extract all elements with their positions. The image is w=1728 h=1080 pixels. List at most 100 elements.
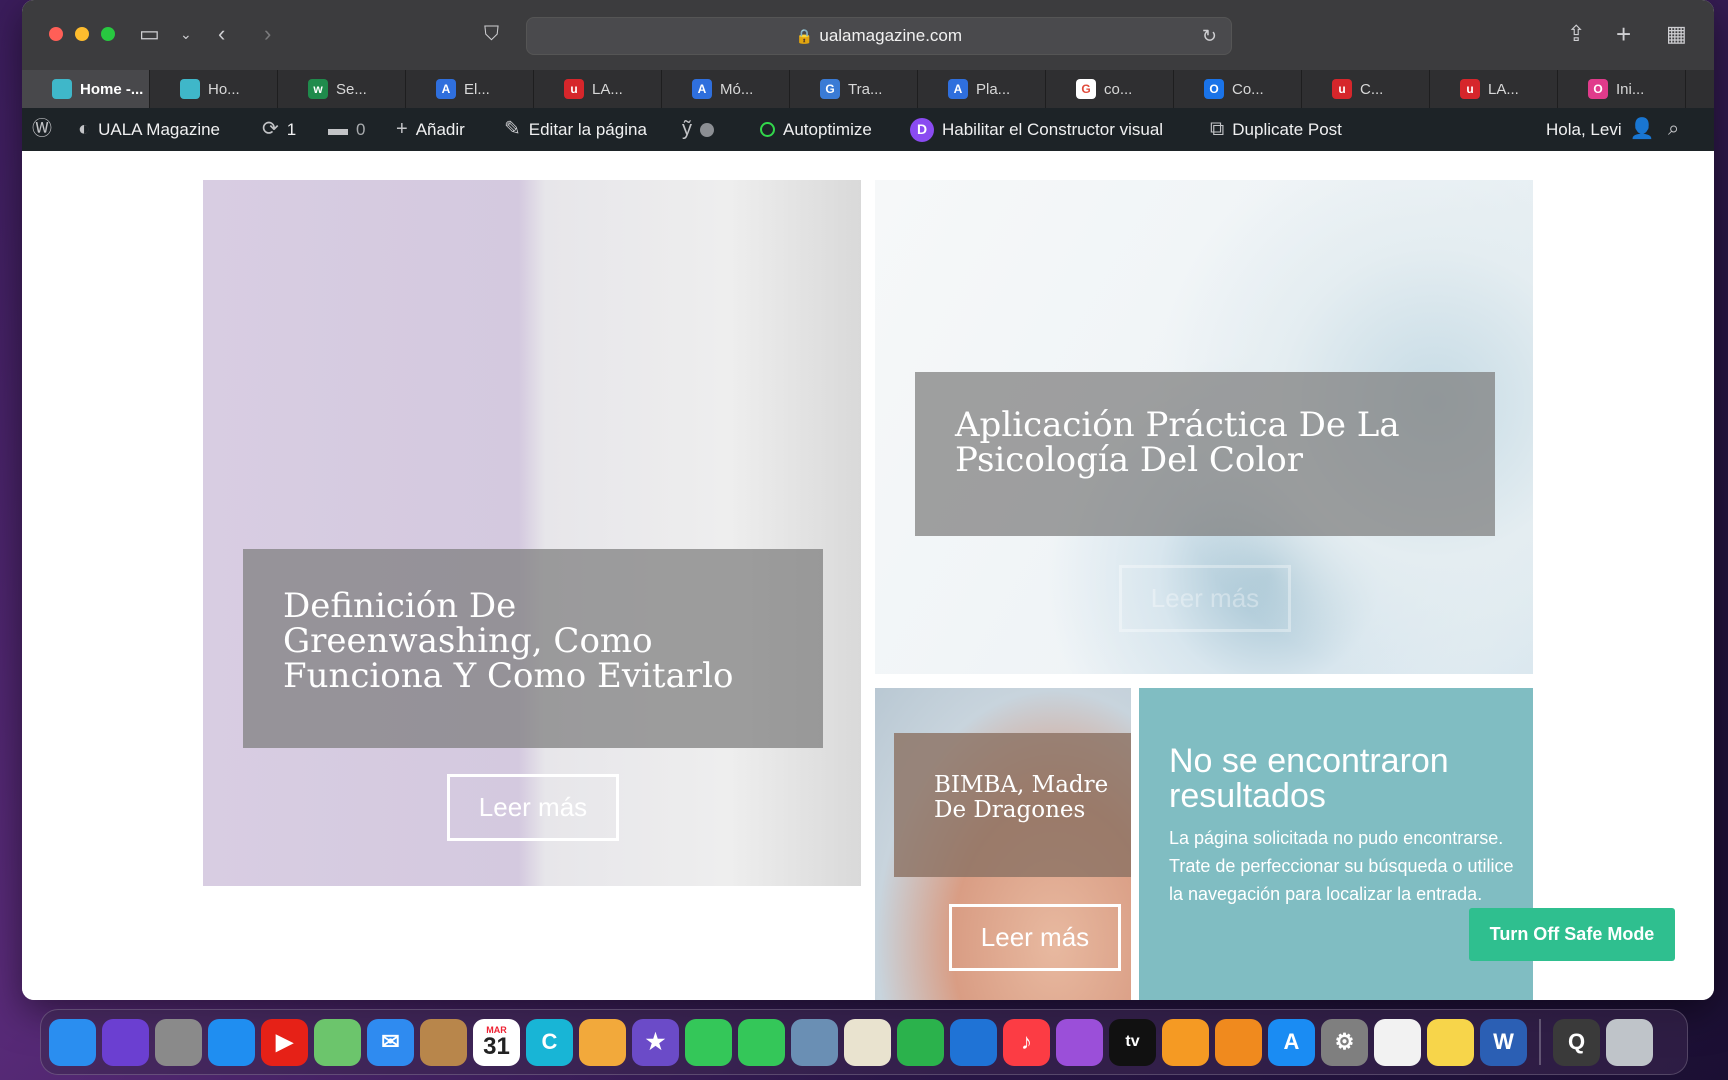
quicktime-app-icon[interactable]: Q [1553,1018,1600,1066]
system-preferences-app-icon[interactable]: ⚙ [1321,1018,1368,1066]
textedit-app-icon[interactable] [844,1018,891,1066]
numbers-app-icon[interactable] [897,1018,944,1066]
tv-app-icon[interactable]: tv [1109,1018,1156,1066]
updates-icon: ⟳ [262,118,279,140]
post-title[interactable]: Definición De Greenwashing, Como Funcion… [283,589,783,694]
back-icon[interactable]: ‹ [218,20,225,48]
duplicate-post-link[interactable]: ⧉ Duplicate Post [1210,108,1342,151]
user-avatar-icon: 👤 [1629,118,1655,140]
browser-tab[interactable]: A Mó... [662,70,790,108]
updates-link[interactable]: ⟳ 1 [262,108,296,151]
browser-tab[interactable]: u LA... [534,70,662,108]
browser-tab[interactable]: G Tra... [790,70,918,108]
page-content: Definición De Greenwashing, Como Funcion… [22,151,1714,1000]
pages-app-icon[interactable] [1162,1018,1209,1066]
browser-tab[interactable]: u C... [1302,70,1430,108]
canva-app-icon[interactable]: C [526,1018,573,1066]
edit-page-link[interactable]: ✎ Editar la página [504,108,647,151]
comments-link[interactable]: ▬ 0 [328,108,365,151]
sidebar-toggle-icon[interactable]: ▭ [139,20,160,48]
lock-icon: 🔒 [795,28,814,44]
tab-label: Co... [1232,80,1264,98]
post-card-color-psychology[interactable]: Aplicación Práctica De La Psicología Del… [875,180,1533,674]
turn-off-safe-mode-button[interactable]: Turn Off Safe Mode [1469,908,1675,961]
music-app-icon[interactable]: ♪ [1003,1018,1050,1066]
browser-tab[interactable]: w Se... [278,70,406,108]
post-card-bimba[interactable]: BIMBA, Madre De Dragones Leer más [875,688,1131,1000]
messages-app-icon[interactable] [685,1018,732,1066]
imovie-app-icon[interactable]: ★ [632,1018,679,1066]
wp-admin-bar: Ⓦ ◐ UALA Magazine ⟳ 1 ▬ 0 + Añadir ✎ Edi… [22,108,1714,151]
tab-overview-icon[interactable]: ▦ [1666,20,1687,48]
browser-tab[interactable]: Gco... [1046,70,1174,108]
zoom-window-button[interactable] [101,27,115,41]
siri-app-icon[interactable] [102,1018,149,1066]
search-icon[interactable]: ⌕ [1668,108,1679,151]
keynote-app-icon[interactable] [950,1018,997,1066]
browser-tab[interactable]: Home -... [22,70,150,108]
forward-icon[interactable]: › [264,20,271,48]
safari-app-icon[interactable] [208,1018,255,1066]
wordpress-logo-icon[interactable]: Ⓦ [32,108,52,151]
podcasts-app-icon[interactable] [1056,1018,1103,1066]
word-app-icon[interactable]: W [1480,1018,1527,1066]
browser-tab[interactable]: O Co... [1174,70,1302,108]
app-store-app-icon[interactable]: A [1268,1018,1315,1066]
browser-tab[interactable]: O Ini... [1558,70,1686,108]
visual-builder-link[interactable]: D Habilitar el Constructor visual [910,108,1163,151]
photos-app-icon[interactable] [579,1018,626,1066]
browser-tab[interactable]: Ho... [150,70,278,108]
launchpad-app-icon[interactable] [155,1018,202,1066]
read-more-button[interactable]: Leer más [1119,565,1291,632]
divi-icon: D [910,117,934,142]
tab-label: Se... [336,80,367,98]
greeting-label: Hola, Levi [1546,120,1622,139]
add-new-link[interactable]: + Añadir [396,108,465,151]
tab-label: LA... [592,80,623,98]
mail-app-icon[interactable]: ✉ [367,1018,414,1066]
trash-app-icon[interactable] [1606,1018,1653,1066]
reminders-app-icon[interactable] [1374,1018,1421,1066]
tab-label: Pla... [976,80,1011,98]
post-title[interactable]: Aplicación Práctica De La Psicología Del… [955,408,1455,478]
read-more-button[interactable]: Leer más [447,774,619,841]
browser-tab[interactable]: u LA... [1430,70,1558,108]
books-app-icon[interactable] [1215,1018,1262,1066]
calendar-app-icon[interactable]: MAR 31 [473,1018,520,1066]
comment-icon: ▬ [328,118,348,140]
chevron-down-icon[interactable]: ⌄ [180,20,192,48]
post-title[interactable]: BIMBA, Madre De Dragones [934,773,1124,823]
read-more-button[interactable]: Leer más [949,904,1121,971]
privacy-shield-icon[interactable]: ⛉ [484,20,499,48]
site-name-link[interactable]: ◐ UALA Magazine [78,108,220,151]
dock-separator [1539,1019,1541,1065]
address-bar[interactable]: 🔒 ualamagazine.com ↻ [526,17,1232,55]
post-title-box: Definición De Greenwashing, Como Funcion… [243,549,823,748]
account-menu[interactable]: Hola, Levi 👤 [1546,108,1655,151]
reload-icon[interactable]: ↻ [1202,18,1217,54]
browser-tab[interactable]: A Pla... [918,70,1046,108]
close-window-button[interactable] [49,27,63,41]
tab-bar: Home -... Ho... w Se... A El... u LA... A Mó... G T… [22,70,1714,108]
autoptimize-link[interactable]: Autoptimize [760,108,872,151]
browser-tab[interactable]: A El... [406,70,534,108]
tab-favicon-icon: O [1588,79,1608,99]
youtube-app-icon[interactable]: ▶ [261,1018,308,1066]
minimize-window-button[interactable] [75,27,89,41]
maps-app-icon[interactable] [314,1018,361,1066]
tab-label: Home -... [80,80,144,98]
notes-app-icon[interactable] [1427,1018,1474,1066]
tab-label: co... [1104,80,1133,98]
finder-app-icon[interactable] [49,1018,96,1066]
contacts-app-icon[interactable] [420,1018,467,1066]
post-card-greenwashing[interactable]: Definición De Greenwashing, Como Funcion… [203,180,861,886]
facetime-app-icon[interactable] [738,1018,785,1066]
yoast-seo-link[interactable]: ỹ [682,108,714,151]
macos-dock: ▶ ✉ MAR 31 C ★ ♪ tv A ⚙ W Q [40,1009,1688,1075]
url-text: ualamagazine.com [819,26,963,45]
share-icon[interactable]: ⇪ [1567,20,1585,48]
preview-app-icon[interactable] [791,1018,838,1066]
tab-label: El... [464,80,490,98]
new-tab-icon[interactable]: + [1616,20,1631,48]
tab-favicon-icon: u [1460,79,1480,99]
